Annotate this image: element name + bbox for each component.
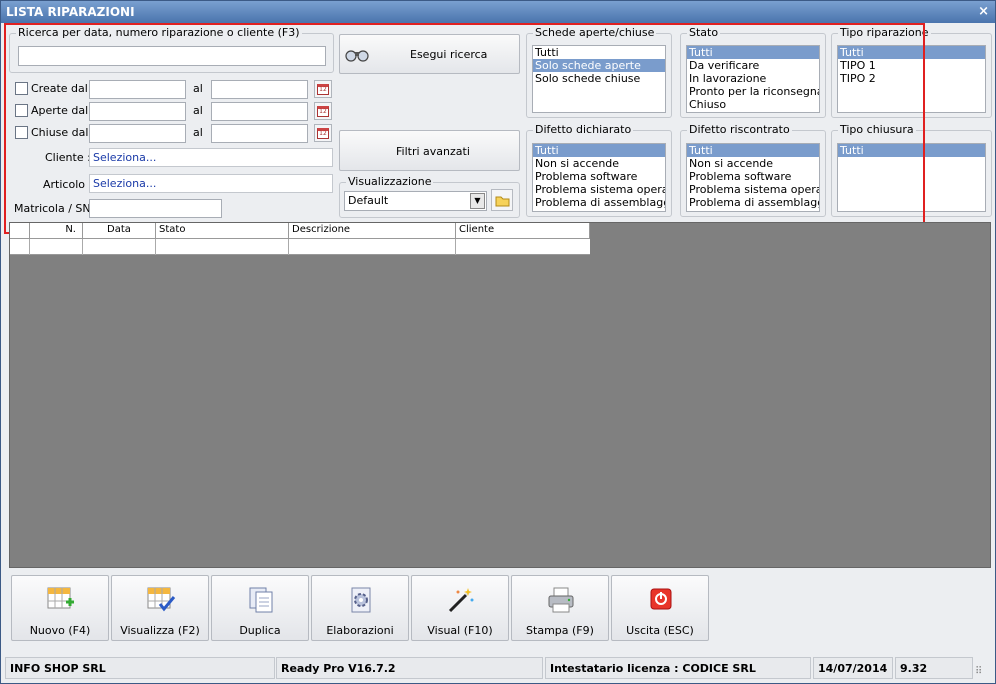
nuovo-label: Nuovo (F4): [29, 624, 91, 637]
column-header-n[interactable]: N.: [30, 223, 83, 239]
table-row[interactable]: [10, 239, 590, 255]
repairs-grid[interactable]: N. Data Stato Descrizione Cliente: [9, 222, 991, 568]
column-header-data[interactable]: Data: [83, 223, 156, 239]
resize-grip-icon[interactable]: ⠿: [975, 665, 989, 679]
column-header-cliente[interactable]: Cliente: [456, 223, 590, 239]
printer-icon: [548, 587, 574, 613]
gear-document-icon: [351, 587, 371, 613]
column-header-descrizione[interactable]: Descrizione: [289, 223, 456, 239]
new-grid-icon: [47, 587, 74, 609]
uscita-button[interactable]: Uscita (ESC): [611, 575, 709, 641]
grid-header: N. Data Stato Descrizione Cliente: [10, 223, 590, 239]
stampa-label: Stampa (F9): [526, 624, 594, 637]
status-time: 9.32: [895, 657, 973, 679]
window-title: LISTA RIPARAZIONI: [6, 5, 135, 19]
highlight-box: [4, 23, 925, 234]
column-header-stato[interactable]: Stato: [156, 223, 289, 239]
duplica-button[interactable]: Duplica: [211, 575, 309, 641]
view-grid-icon: [147, 587, 176, 612]
nuovo-button[interactable]: Nuovo (F4): [11, 575, 109, 641]
status-license: Intestatario licenza : CODICE SRL: [545, 657, 811, 679]
uscita-label: Uscita (ESC): [626, 624, 694, 637]
visualizza-button[interactable]: Visualizza (F2): [111, 575, 209, 641]
visual-button[interactable]: Visual (F10): [411, 575, 509, 641]
elaborazioni-label: Elaborazioni: [326, 624, 394, 637]
main-window: LISTA RIPARAZIONI × Ricerca per data, nu…: [0, 0, 996, 684]
title-bar: LISTA RIPARAZIONI ×: [1, 1, 995, 23]
close-icon[interactable]: ×: [978, 1, 989, 23]
elaborazioni-button[interactable]: Elaborazioni: [311, 575, 409, 641]
duplicate-icon: [249, 587, 273, 613]
power-icon: [650, 588, 672, 610]
visualizza-label: Visualizza (F2): [120, 624, 200, 637]
status-company: INFO SHOP SRL: [5, 657, 275, 679]
magic-wand-icon: [448, 588, 474, 613]
duplica-label: Duplica: [239, 624, 281, 637]
grid-header-indicator: [10, 223, 30, 239]
stampa-button[interactable]: Stampa (F9): [511, 575, 609, 641]
status-version: Ready Pro V16.7.2: [276, 657, 543, 679]
visual-label: Visual (F10): [427, 624, 493, 637]
status-date: 14/07/2014: [813, 657, 893, 679]
